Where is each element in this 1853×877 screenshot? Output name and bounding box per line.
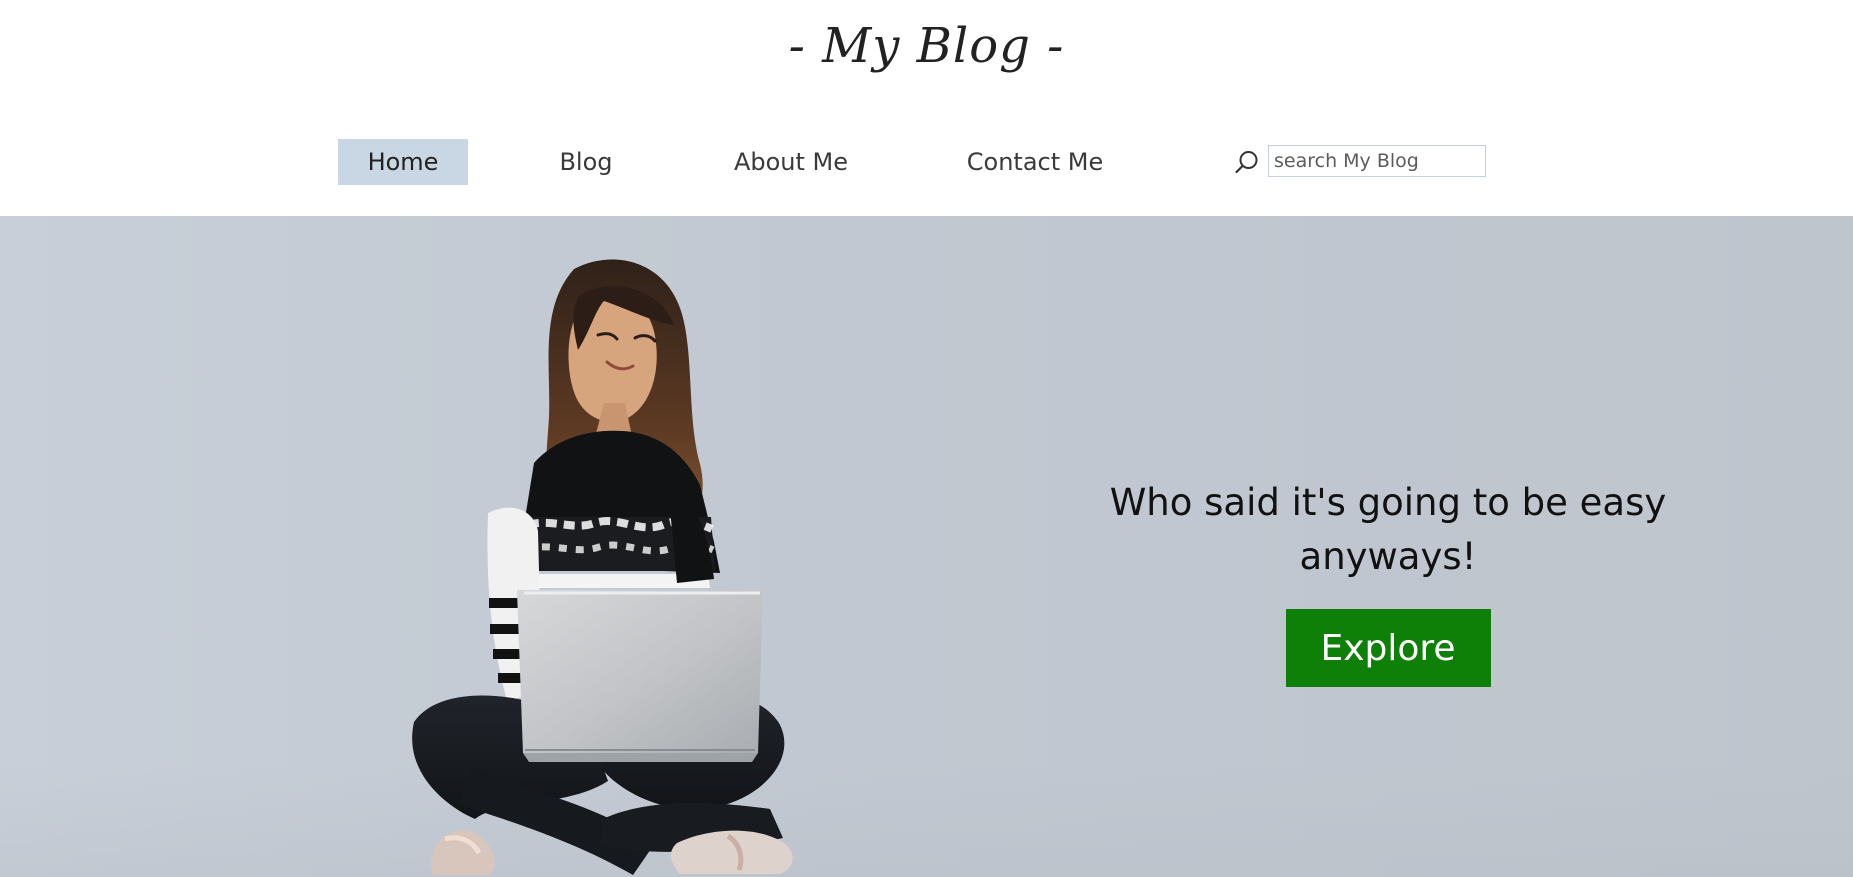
hero-banner: Who said it's going to be easy anyways! … xyxy=(0,216,1853,877)
blog-homepage: - My Blog - Home Blog About Me Contact M… xyxy=(0,0,1853,877)
site-logo[interactable]: - My Blog - xyxy=(0,18,1853,74)
hero-copy: Who said it's going to be easy anyways! … xyxy=(1088,476,1688,687)
search-input[interactable] xyxy=(1268,145,1486,177)
nav-blog-link[interactable]: Blog xyxy=(536,139,636,185)
main-navigation: Home Blog About Me Contact Me xyxy=(0,139,1853,185)
hero-tagline-line-1: Who said it's going to be easy xyxy=(1109,481,1667,524)
hero-floor-shadow xyxy=(0,765,1853,877)
woman-with-laptop-illustration xyxy=(412,259,793,875)
nav-about-me-link[interactable]: About Me xyxy=(720,139,862,185)
search-icon[interactable] xyxy=(1234,149,1260,175)
hero-tagline-line-2: anyways! xyxy=(1299,535,1477,578)
nav-home-link[interactable]: Home xyxy=(338,139,468,185)
nav-contact-me-link[interactable]: Contact Me xyxy=(960,139,1110,185)
explore-button[interactable]: Explore xyxy=(1285,609,1491,687)
hero-tagline: Who said it's going to be easy anyways! xyxy=(1088,476,1688,584)
site-header: - My Blog - Home Blog About Me Contact M… xyxy=(0,0,1853,216)
